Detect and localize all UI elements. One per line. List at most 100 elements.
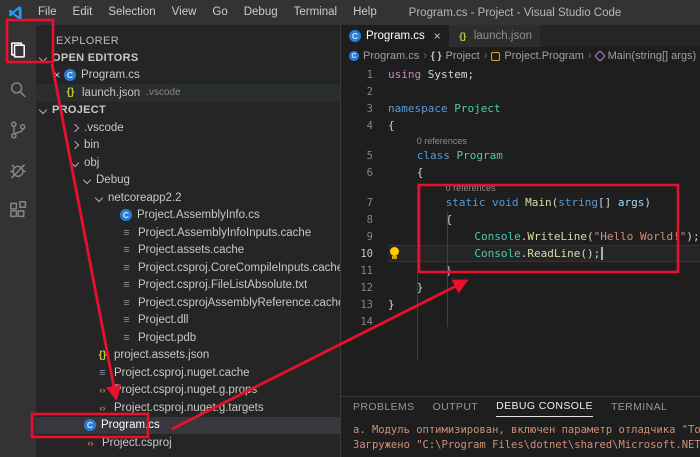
tree-item-netcoreapp2-2[interactable]: netcoreapp2.2 (36, 189, 340, 207)
menu-item-file[interactable]: File (30, 0, 65, 25)
breadcrumb-label: Project (445, 50, 479, 62)
method-symbol-icon (594, 50, 605, 61)
codelens-label[interactable]: 0 references (388, 183, 496, 193)
panel-tab-debug-console[interactable]: DEBUG CONSOLE (496, 397, 593, 417)
line-number[interactable]: 3 (341, 103, 373, 115)
code-line-9[interactable]: 9 Console.WriteLine("Hello World!"); (341, 228, 700, 245)
activity-debug-icon[interactable] (0, 150, 36, 190)
code-editor[interactable]: 1using System; 2 3namespace Project4{ 0 ref… (341, 65, 700, 396)
tree-item-program-cs[interactable]: CProgram.cs (36, 417, 340, 435)
tree-item-project-csproj-nuget-g-targets[interactable]: ‹›Project.csproj.nuget.g.targets (36, 399, 340, 417)
tree-item-project-csproj-nuget-cache[interactable]: ≡Project.csproj.nuget.cache (36, 364, 340, 382)
panel-tab-output[interactable]: OUTPUT (433, 398, 479, 417)
code-line-4[interactable]: 4{ (341, 117, 700, 134)
tree-item-project-csproj-corecompileinputs-cache[interactable]: ≡Project.csproj.CoreCompileInputs.cache (36, 259, 340, 277)
token: ( (552, 196, 559, 209)
tree-item-vscode[interactable]: .vscode (36, 119, 340, 137)
tree-item-obj[interactable]: obj (36, 154, 340, 172)
line-number[interactable]: 10 (341, 248, 373, 260)
breadcrumb-main-string-args[interactable]: Main(string[] args) (596, 50, 697, 62)
code-text: Console.WriteLine("Hello World!"); (388, 228, 700, 245)
file-label: project.assets.json (114, 349, 209, 361)
project-header[interactable]: PROJECT (36, 102, 340, 120)
breadcrumb: CProgram.cs›{ }Project›Project.Program›M… (341, 47, 700, 65)
panel-tab-problems[interactable]: PROBLEMS (353, 398, 415, 417)
code-line-1[interactable]: 1using System; (341, 66, 700, 83)
code-line-6[interactable]: 6{ (341, 164, 700, 181)
file-label: launch.json (82, 87, 140, 99)
panel-tab-bar: PROBLEMS OUTPUT DEBUG CONSOLE TERMINAL (341, 397, 700, 417)
line-number[interactable]: 14 (341, 316, 373, 328)
tree-item-project-assets-json[interactable]: {}project.assets.json (36, 347, 340, 365)
breadcrumb-project[interactable]: { }Project (431, 50, 480, 62)
menu-item-view[interactable]: View (164, 0, 205, 25)
tree-item-project-csproj-filelistabsolute-txt[interactable]: ≡Project.csproj.FileListAbsolute.txt (36, 277, 340, 295)
line-number[interactable]: 6 (341, 167, 373, 179)
breadcrumb-label: Main(string[] args) (608, 50, 697, 62)
code-line-5[interactable]: 5class Program (341, 147, 700, 164)
breadcrumb-project-program[interactable]: Project.Program (491, 50, 583, 62)
tree-item-project-csprojassemblyreference-cache[interactable]: ≡Project.csprojAssemblyReference.cache (36, 294, 340, 312)
tree-item-project-pdb[interactable]: ≡Project.pdb (36, 329, 340, 347)
activity-explorer-icon[interactable] (0, 30, 36, 70)
token: Console (474, 230, 520, 243)
code-line-13[interactable]: 13} (341, 296, 700, 313)
token (448, 102, 455, 115)
line-number[interactable]: 11 (341, 265, 373, 277)
tab-launch-json[interactable]: {}launch.json (449, 25, 541, 47)
tree-item-project-dll[interactable]: ≡Project.dll (36, 312, 340, 330)
code-line-11[interactable]: 11} (341, 262, 700, 279)
codelens-row: 0 references (341, 134, 700, 147)
open-editors-header[interactable]: OPEN EDITORS (36, 49, 340, 67)
lightbulb-icon[interactable] (389, 247, 400, 259)
close-icon[interactable]: × (50, 68, 64, 82)
line-number[interactable]: 7 (341, 197, 373, 209)
tree-item-debug[interactable]: Debug (36, 172, 340, 190)
tab-program-cs[interactable]: CProgram.cs× (341, 25, 449, 47)
code-line-7[interactable]: 7 static void Main(string[] args) (341, 194, 700, 211)
codelens-label[interactable]: 0 references (388, 136, 467, 146)
menu-item-go[interactable]: Go (204, 0, 235, 25)
activity-extensions-icon[interactable] (0, 190, 36, 230)
token: Main (525, 196, 552, 209)
tree-item-project-assets-cache[interactable]: ≡Project.assets.cache (36, 242, 340, 260)
line-number[interactable]: 5 (341, 150, 373, 162)
code-line-3[interactable]: 3namespace Project (341, 100, 700, 117)
panel-tab-terminal[interactable]: TERMINAL (611, 398, 667, 417)
editor-area: CProgram.cs×{}launch.json CProgram.cs›{ … (340, 25, 700, 457)
line-number[interactable]: 8 (341, 214, 373, 226)
activity-search-icon[interactable] (0, 70, 36, 110)
line-number[interactable]: 9 (341, 231, 373, 243)
line-number[interactable]: 12 (341, 282, 373, 294)
tree-item-project-csproj[interactable]: ‹›Project.csproj (36, 434, 340, 452)
menu-item-edit[interactable]: Edit (65, 0, 101, 25)
menu-item-terminal[interactable]: Terminal (286, 0, 345, 25)
chevron-down-icon (71, 159, 79, 167)
console-line-1: а. Модуль оптимизирован, включен парамет… (353, 423, 700, 438)
activity-source-control-icon[interactable] (0, 110, 36, 150)
menu-item-debug[interactable]: Debug (236, 0, 286, 25)
close-icon[interactable]: × (434, 29, 441, 43)
menu-item-selection[interactable]: Selection (100, 0, 163, 25)
open-editor-program-cs[interactable]: ×CProgram.cs (36, 67, 340, 85)
open-editor-launch-json[interactable]: {}launch.json.vscode (36, 84, 340, 102)
tree-item-project-assemblyinfoinputs-cache[interactable]: ≡Project.AssemblyInfoInputs.cache (36, 224, 340, 242)
line-number[interactable]: 13 (341, 299, 373, 311)
code-line-12[interactable]: 12} (341, 279, 700, 296)
code-line-8[interactable]: 8{ (341, 211, 700, 228)
line-number[interactable]: 2 (341, 86, 373, 98)
csharp-symbol-icon: C (349, 51, 359, 61)
tree-item-project-csproj-nuget-g-props[interactable]: ‹›Project.csproj.nuget.g.props (36, 382, 340, 400)
line-number[interactable]: 4 (341, 120, 373, 132)
code-text: static void Main(string[] args) (388, 194, 700, 211)
line-number[interactable]: 1 (341, 69, 373, 81)
token (485, 196, 492, 209)
tree-item-project-assemblyinfo-cs[interactable]: CProject.AssemblyInfo.cs (36, 207, 340, 225)
breadcrumb-program-cs[interactable]: CProgram.cs (349, 50, 419, 62)
code-line-2[interactable]: 2 (341, 83, 700, 100)
file-label: Project.AssemblyInfo.cs (137, 209, 260, 221)
code-line-14[interactable]: 14 (341, 313, 700, 330)
tree-item-bin[interactable]: bin (36, 137, 340, 155)
menu-item-help[interactable]: Help (345, 0, 385, 25)
file-label: Project.csproj.nuget.g.targets (114, 402, 264, 414)
